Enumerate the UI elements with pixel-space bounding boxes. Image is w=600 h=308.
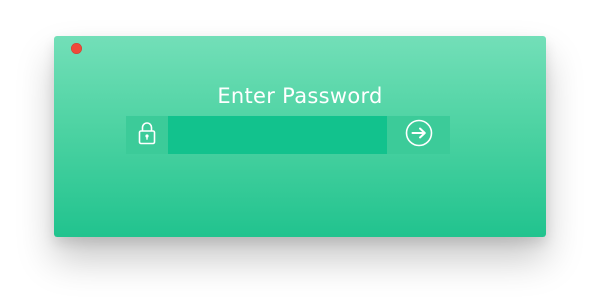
arrow-right-circle-icon xyxy=(405,119,433,151)
password-window: Enter Password xyxy=(54,36,546,237)
password-input[interactable] xyxy=(168,116,387,154)
submit-button[interactable] xyxy=(387,116,450,154)
lock-icon xyxy=(138,121,156,149)
screen-stage: Enter Password xyxy=(0,0,600,308)
password-field-group xyxy=(126,116,450,154)
close-window-button[interactable] xyxy=(71,43,82,54)
lock-icon-box xyxy=(126,116,168,154)
window-title: Enter Password xyxy=(217,84,383,108)
